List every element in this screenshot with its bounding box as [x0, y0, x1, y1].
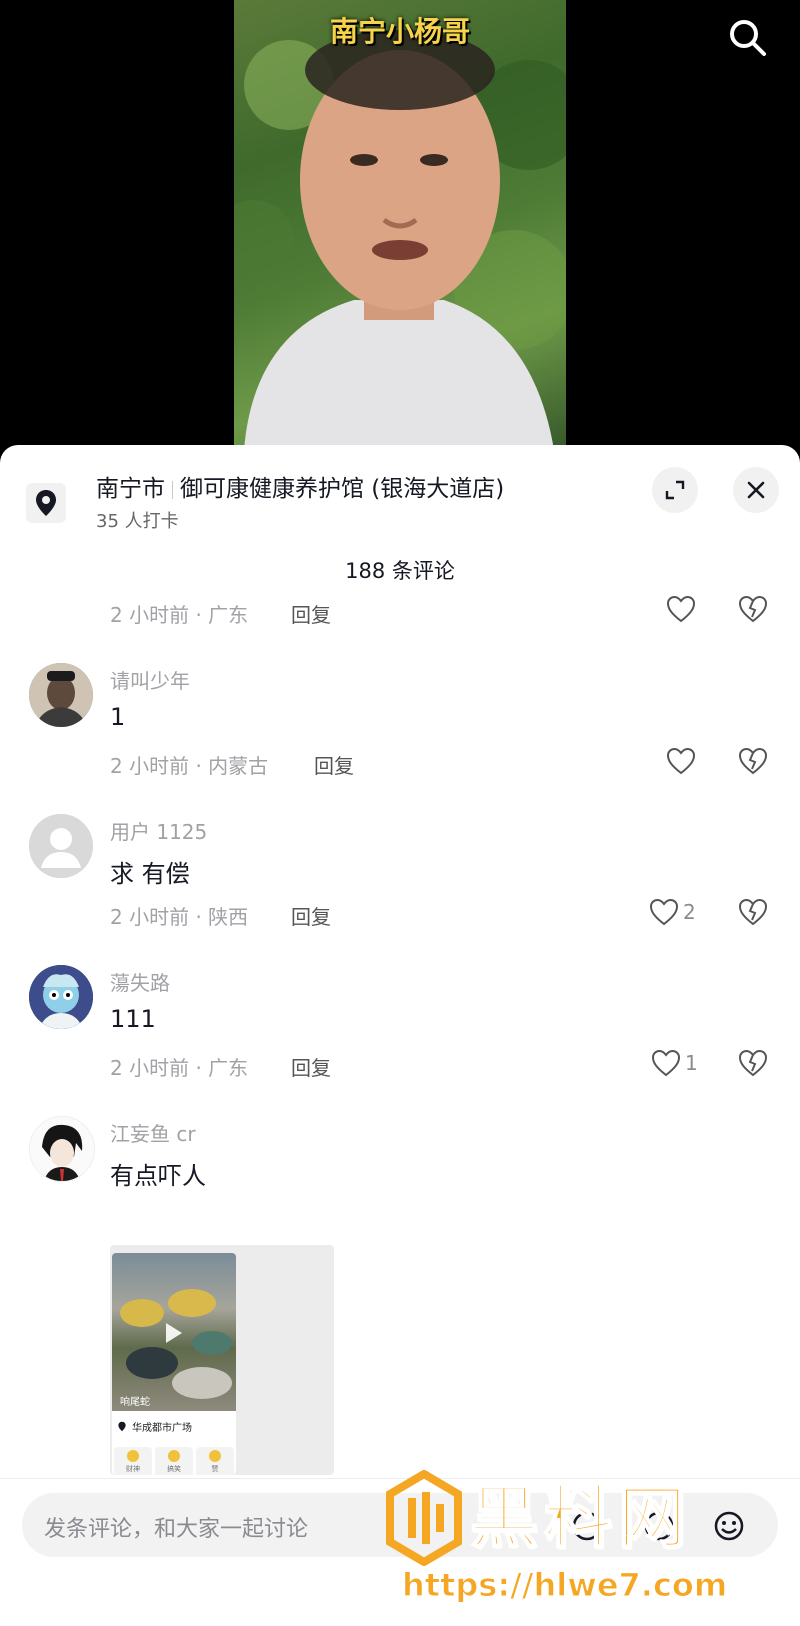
- reply-button[interactable]: 回复: [314, 750, 354, 779]
- broken-heart-icon: [738, 595, 768, 623]
- image-photo: 响尾蛇: [112, 1253, 236, 1411]
- dislike-button[interactable]: [738, 898, 768, 930]
- location-title[interactable]: 南宁市 御可康健康养护馆 (银海大道店): [96, 469, 504, 503]
- broken-heart-icon: [738, 747, 768, 775]
- image-screenshot: 响尾蛇 华成都市广场 财神 搞笑 赞: [112, 1253, 236, 1475]
- comment-username[interactable]: 蕩失路: [110, 967, 170, 996]
- person-figure: [244, 30, 554, 450]
- comment-username[interactable]: 用户 1125: [110, 816, 207, 845]
- image-emote-row: 财神 搞笑 赞: [112, 1447, 236, 1475]
- video-player[interactable]: 南宁小杨哥: [0, 0, 800, 450]
- dislike-button[interactable]: [738, 747, 768, 779]
- watermark-text: 黑料网: [469, 1478, 693, 1559]
- reply-button[interactable]: 回复: [291, 901, 331, 930]
- like-count: 1: [685, 1051, 698, 1075]
- avatar[interactable]: [29, 965, 93, 1029]
- reply-button[interactable]: 回复: [291, 599, 331, 628]
- watermark-url: https://hlwe7.com: [401, 1566, 728, 1605]
- heart-icon: [649, 898, 679, 926]
- search-button[interactable]: [726, 16, 770, 60]
- reply-button[interactable]: 回复: [291, 1052, 331, 1081]
- dislike-button[interactable]: [738, 1049, 768, 1081]
- location-city: 南宁市: [96, 476, 165, 502]
- comment-text: 1: [110, 703, 126, 731]
- expand-button[interactable]: [652, 467, 698, 513]
- image-location: 华成都市广场: [118, 1419, 192, 1434]
- comment-meta: 2 小时前 · 广东: [110, 1056, 249, 1080]
- emote-item: 财神: [114, 1447, 152, 1475]
- like-count: 2: [683, 900, 696, 924]
- like-button[interactable]: 1: [651, 1049, 698, 1077]
- like-button[interactable]: 2: [649, 898, 696, 926]
- avatar[interactable]: [29, 814, 93, 878]
- watermark-logo: [386, 1470, 462, 1566]
- heart-icon: [666, 747, 696, 775]
- comment-count: 188 条评论: [345, 559, 455, 583]
- comment-username[interactable]: 江妄鱼 cr: [110, 1118, 196, 1147]
- video-frame: [234, 0, 566, 450]
- emote-item: 赞: [196, 1447, 234, 1475]
- location-pin-icon: [118, 1421, 126, 1432]
- comment-meta: 2 小时前 · 内蒙古: [110, 754, 269, 778]
- expand-icon: [665, 480, 685, 500]
- location-pin-icon: [26, 483, 66, 523]
- broken-heart-icon: [738, 1049, 768, 1077]
- divider: [172, 480, 173, 499]
- location-name: 御可康健康养护馆 (银海大道店): [180, 476, 505, 502]
- comment-meta: 2 小时前 · 广东: [110, 603, 249, 627]
- video-overlay-title: 南宁小杨哥: [329, 15, 470, 48]
- close-icon: [747, 481, 765, 499]
- broken-heart-icon: [738, 898, 768, 926]
- avatar[interactable]: [29, 1116, 95, 1182]
- close-button[interactable]: [733, 467, 779, 513]
- emote-item: 搞笑: [155, 1447, 193, 1475]
- like-button[interactable]: [666, 747, 696, 775]
- comment-image[interactable]: 响尾蛇 华成都市广场 财神 搞笑 赞: [110, 1245, 334, 1475]
- comment-text: 111: [110, 1005, 156, 1033]
- comment-username[interactable]: 请叫少年: [110, 665, 190, 694]
- like-button[interactable]: [666, 595, 696, 623]
- search-icon: [730, 20, 766, 56]
- comment-text: 求 有偿: [110, 860, 190, 888]
- comment-meta: 2 小时前 · 陕西: [110, 905, 249, 929]
- heart-icon: [651, 1049, 681, 1077]
- image-tag: 响尾蛇: [120, 1397, 150, 1408]
- comment-sheet: 南宁市 御可康健康养护馆 (银海大道店) 35 人打卡 188 条评论 2 小时前…: [0, 445, 800, 1625]
- avatar[interactable]: [29, 663, 93, 727]
- emoji-icon[interactable]: [712, 1509, 746, 1543]
- checkin-count: 35 人打卡: [96, 511, 179, 532]
- dislike-button[interactable]: [738, 595, 768, 627]
- image-location-text: 华成都市广场: [132, 1423, 192, 1434]
- comment-text: 有点吓人: [110, 1162, 206, 1190]
- comment-input-placeholder: 发条评论，和大家一起讨论: [44, 1517, 309, 1542]
- heart-icon: [666, 595, 696, 623]
